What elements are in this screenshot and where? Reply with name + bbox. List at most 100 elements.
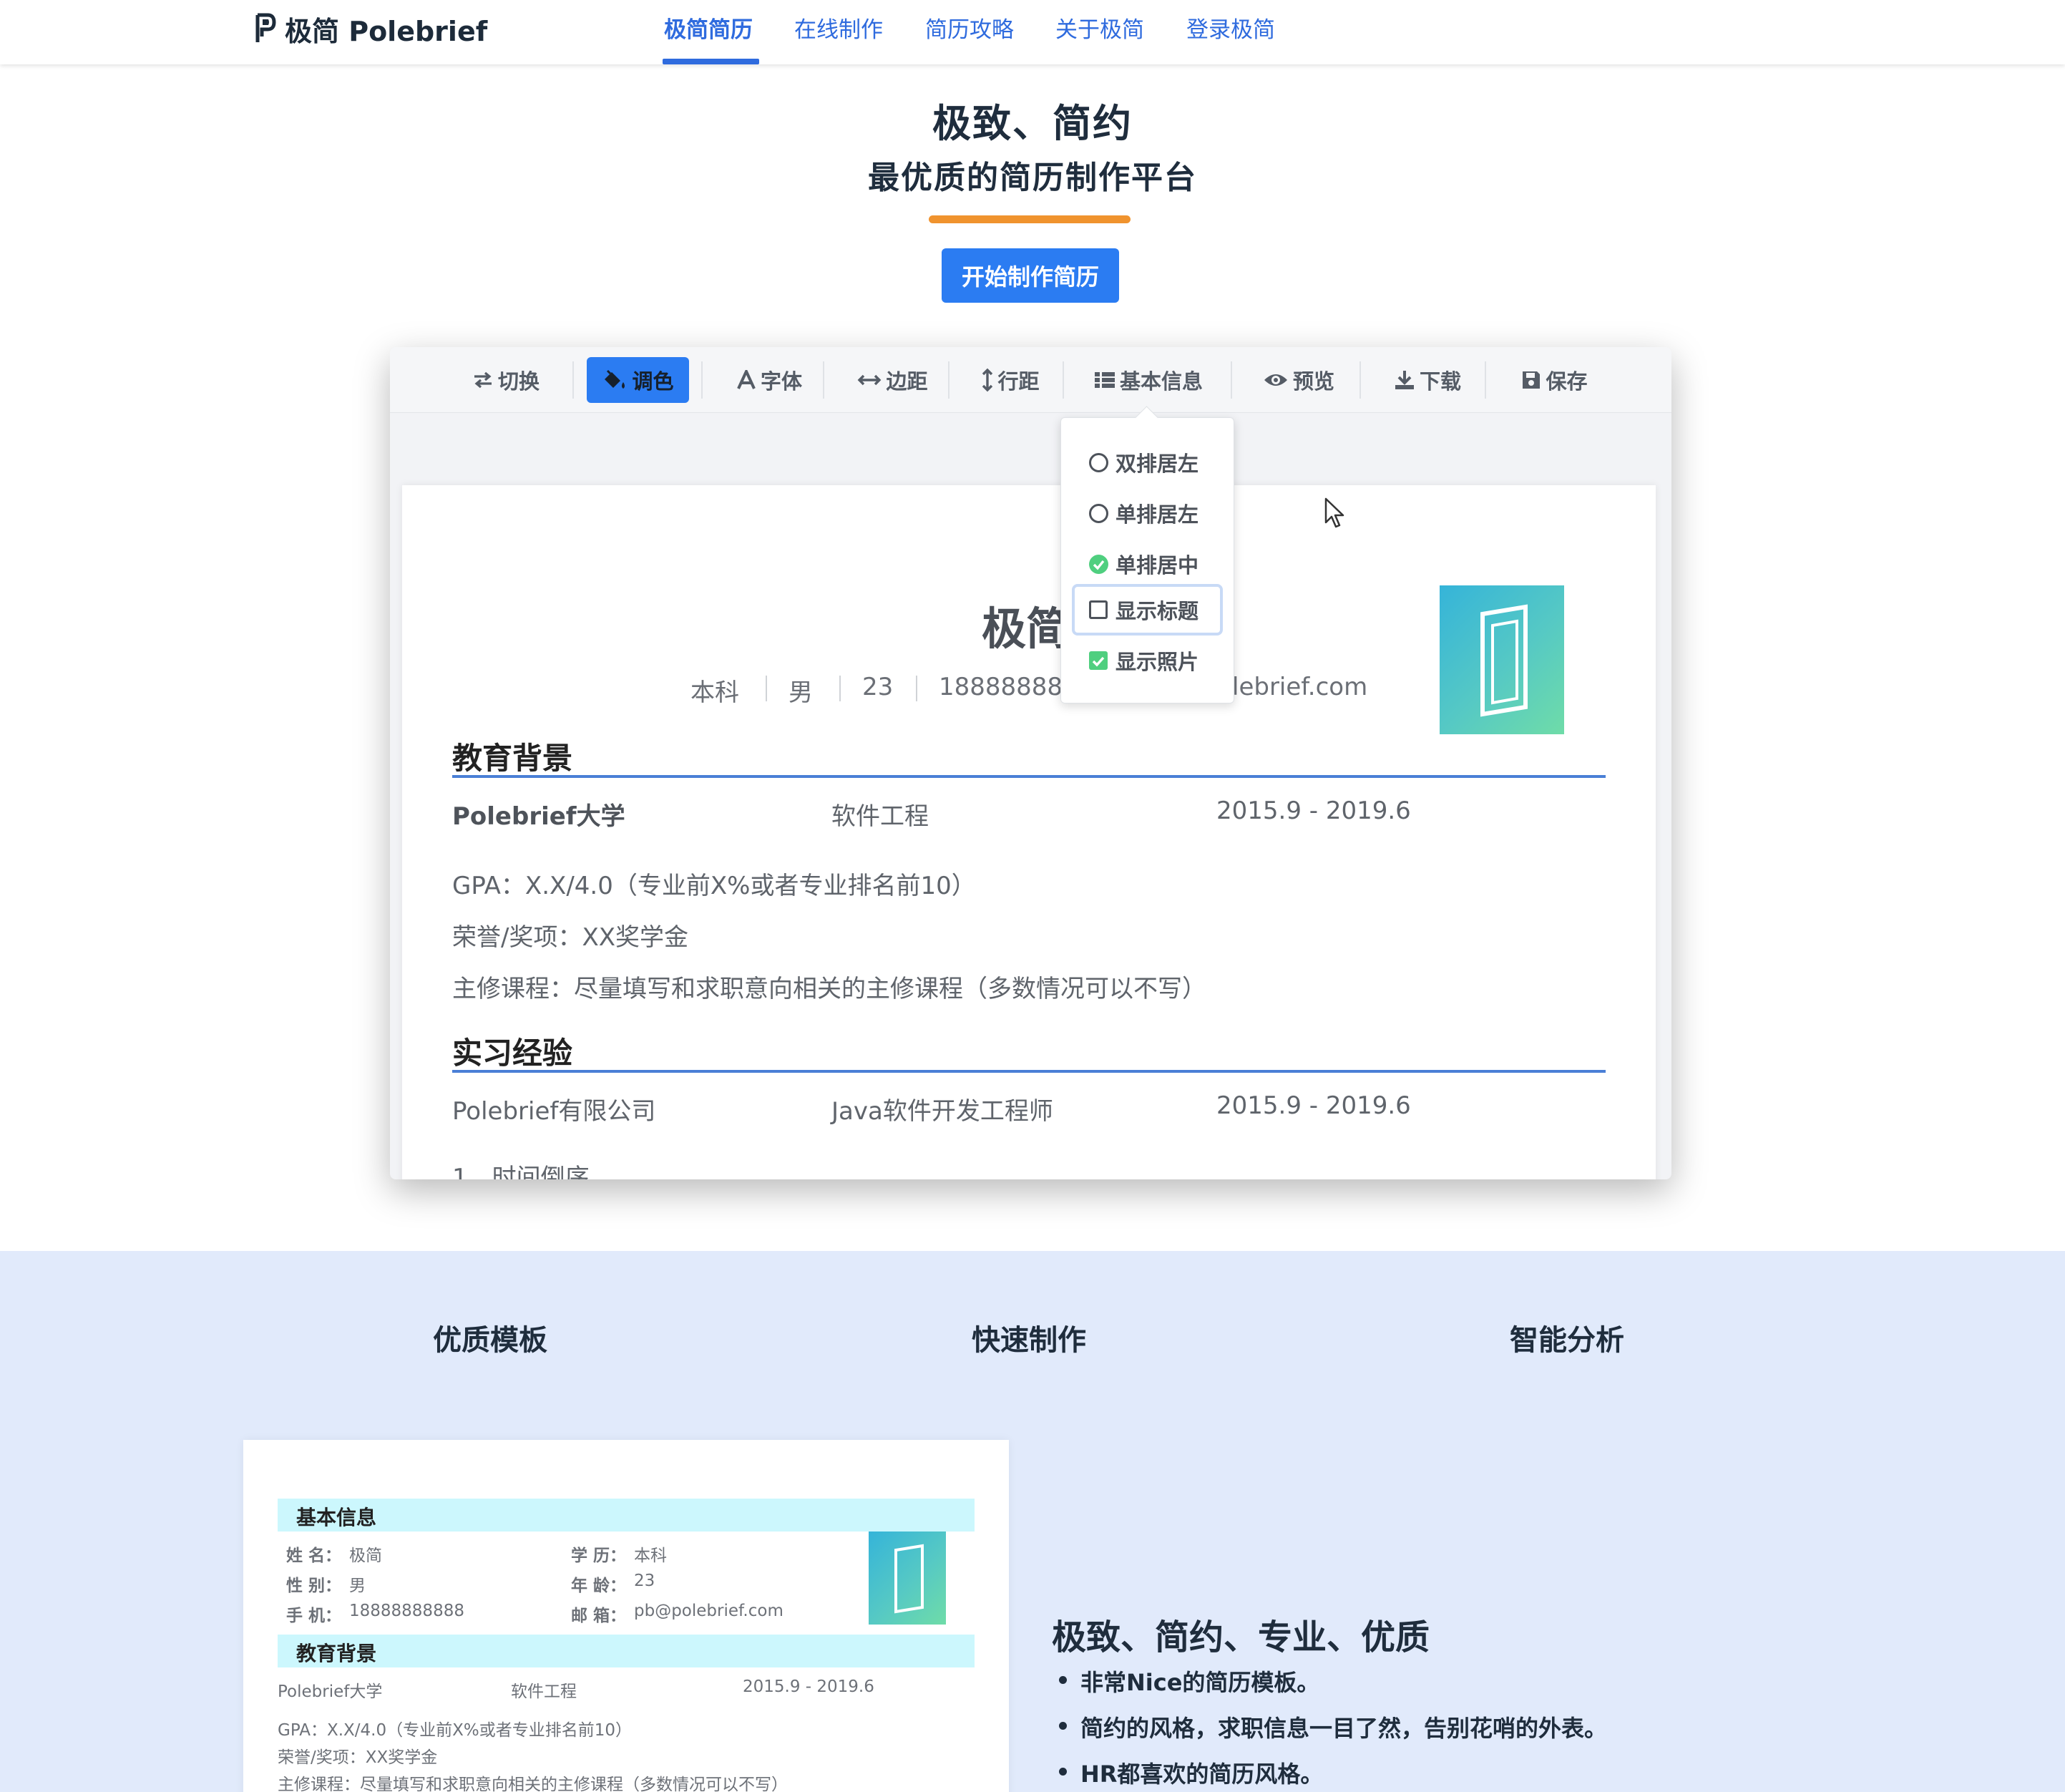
editor-toolbar: 切换 调色 字体 边距 行距 基本信息 预览 下载 保存 xyxy=(390,347,1671,413)
horizontal-arrows-icon xyxy=(858,374,882,386)
sample-degree-value: 本科 xyxy=(634,1547,667,1565)
resume-degree: 本科 xyxy=(690,678,739,707)
top-navbar: 极简 Polebrief 极简简历 在线制作 简历攻略 关于极简 登录极简 xyxy=(0,0,2065,64)
edu-major: 软件工程 xyxy=(831,802,929,831)
sample-period: 2015.9 - 2019.6 xyxy=(743,1677,874,1696)
checkbox-unchecked-icon xyxy=(1089,600,1108,619)
toolbar-label: 调色 xyxy=(632,369,674,394)
nav-item-about[interactable]: 关于极简 xyxy=(1055,11,1144,44)
intern-company: Polebrief有限公司 xyxy=(452,1097,656,1126)
section-internship-heading: 实习经验 xyxy=(452,1036,573,1071)
resume-age: 23 xyxy=(862,673,894,701)
download-icon xyxy=(1395,371,1414,389)
toolbar-divider xyxy=(701,361,703,399)
sample-degree-label: 学 历： xyxy=(571,1547,627,1565)
sample-name-value: 极简 xyxy=(349,1547,382,1565)
edu-school: Polebrief大学 xyxy=(452,802,625,831)
feature-tab-analysis[interactable]: 智能分析 xyxy=(1510,1317,1624,1358)
sample-school: Polebrief大学 xyxy=(278,1683,383,1701)
sample-age-value: 23 xyxy=(634,1572,655,1590)
toolbar-label: 基本信息 xyxy=(1119,369,1203,394)
show-photo-checkbox[interactable]: 显示照片 xyxy=(1088,643,1199,678)
paint-bucket-icon xyxy=(605,369,625,389)
sample-gender-value: 男 xyxy=(349,1577,366,1595)
sample-basic-heading: 基本信息 xyxy=(296,1506,377,1529)
sample-major: 软件工程 xyxy=(511,1683,577,1701)
exchange-icon xyxy=(474,371,492,389)
toolbar-color-button[interactable]: 调色 xyxy=(587,357,689,403)
edu-honors: 荣誉/奖项：XX奖学金 xyxy=(452,923,689,952)
photo-placeholder-icon xyxy=(894,1544,924,1614)
section-rule xyxy=(452,775,1606,778)
sample-email-value: pb@polebrief.com xyxy=(634,1602,783,1620)
resume-name: 极简 xyxy=(982,603,1071,655)
toolbar-divider xyxy=(1359,361,1361,399)
feature-bullet: 简约的风格，求职信息一目了然，告别花哨的外表。 xyxy=(1058,1710,1607,1743)
editor-preview: 切换 调色 字体 边距 行距 基本信息 预览 下载 保存 极简 本科 男 23 … xyxy=(390,347,1671,1179)
resume-paper: 极简 本科 男 23 188888888 lebrief.com 教育背景 Po… xyxy=(402,485,1656,1179)
sample-honors: 荣誉/奖项：XX奖学金 xyxy=(278,1748,438,1767)
toolbar-margin-button[interactable]: 边距 xyxy=(837,357,948,403)
option-label: 单排居左 xyxy=(1116,502,1199,527)
features-section: 优质模板 快速制作 智能分析 基本信息 姓 名： 极简 学 历： 本科 性 别：… xyxy=(0,1251,2065,1792)
feature-bullet: 非常Nice的简历模板。 xyxy=(1058,1665,1319,1698)
sample-education-bar: 教育背景 xyxy=(278,1635,975,1667)
sample-courses: 主修课程：尽量填写和求职意向相关的主修课程（多数情况可以不写） xyxy=(278,1776,788,1792)
info-divider xyxy=(839,676,841,701)
edu-gpa: GPA：X.X/4.0（专业前X%或者专业排名前10） xyxy=(452,872,976,900)
checkbox-checked-icon xyxy=(1089,651,1108,670)
sample-phone-label: 手 机： xyxy=(286,1607,342,1625)
layout-option-single-left[interactable]: 单排居左 xyxy=(1088,495,1199,531)
hero-subtitle: 最优质的简历制作平台 xyxy=(868,160,1197,196)
toolbar-preview-button[interactable]: 预览 xyxy=(1245,357,1352,403)
toolbar-font-button[interactable]: 字体 xyxy=(716,357,823,403)
nav-item-guide[interactable]: 简历攻略 xyxy=(925,11,1014,44)
sample-age-label: 年 龄： xyxy=(571,1577,627,1595)
toolbar-label: 切换 xyxy=(497,369,540,394)
feature-tab-quick-make[interactable]: 快速制作 xyxy=(972,1317,1086,1358)
toolbar-label: 边距 xyxy=(886,369,928,394)
info-divider xyxy=(766,676,767,701)
edu-period: 2015.9 - 2019.6 xyxy=(1216,797,1411,825)
toolbar-save-button[interactable]: 保存 xyxy=(1499,357,1610,403)
feature-bullet: HR都喜欢的简历风格。 xyxy=(1058,1756,1323,1789)
feature-headline: 极致、简约、专业、优质 xyxy=(1052,1617,1430,1657)
nav-item-online-make[interactable]: 在线制作 xyxy=(794,11,883,44)
resume-phone: 188888888 xyxy=(939,673,1078,701)
logo[interactable]: 极简 Polebrief xyxy=(255,10,487,47)
toolbar-switch-button[interactable]: 切换 xyxy=(469,357,543,403)
save-icon xyxy=(1523,371,1541,389)
nav-item-home[interactable]: 极简简历 xyxy=(664,11,753,44)
toolbar-line-spacing-button[interactable]: 行距 xyxy=(962,357,1059,403)
toolbar-download-button[interactable]: 下载 xyxy=(1374,357,1481,403)
toolbar-divider xyxy=(1231,361,1232,399)
photo-placeholder-icon xyxy=(1480,604,1528,717)
eye-icon xyxy=(1264,374,1287,386)
sample-email-label: 邮 箱： xyxy=(571,1607,627,1625)
polebrief-logo-icon xyxy=(255,13,276,42)
mouse-cursor-icon xyxy=(1324,497,1344,528)
feature-tab-templates[interactable]: 优质模板 xyxy=(433,1317,547,1358)
list-icon xyxy=(1094,372,1115,388)
toolbar-label: 字体 xyxy=(760,369,802,394)
toolbar-basic-info-button[interactable]: 基本信息 xyxy=(1077,357,1220,403)
intern-first-line: 1、时间倒序 xyxy=(452,1164,590,1179)
show-title-checkbox[interactable]: 显示标题 xyxy=(1088,592,1199,628)
nav-item-login[interactable]: 登录极简 xyxy=(1186,11,1275,44)
radio-checked-icon xyxy=(1088,554,1108,574)
hero-title: 极致、简约 xyxy=(932,101,1133,146)
logo-text: 极简 Polebrief xyxy=(285,15,488,47)
toolbar-label: 预览 xyxy=(1292,369,1334,394)
vertical-arrows-icon xyxy=(982,368,993,392)
basic-info-dropdown: 双排居左 单排居左 单排居中 显示标题 显示照片 xyxy=(1060,417,1234,703)
font-icon xyxy=(737,370,756,389)
layout-option-single-center[interactable]: 单排居中 xyxy=(1088,546,1199,582)
radio-unchecked-icon xyxy=(1088,503,1108,523)
layout-option-double-left[interactable]: 双排居左 xyxy=(1088,444,1199,480)
toolbar-divider xyxy=(1485,361,1486,399)
sample-education-heading: 教育背景 xyxy=(296,1642,377,1665)
option-label: 显示标题 xyxy=(1116,599,1199,623)
section-rule xyxy=(452,1070,1606,1073)
section-education-heading: 教育背景 xyxy=(452,741,573,776)
start-resume-button[interactable]: 开始制作简历 xyxy=(942,248,1119,303)
